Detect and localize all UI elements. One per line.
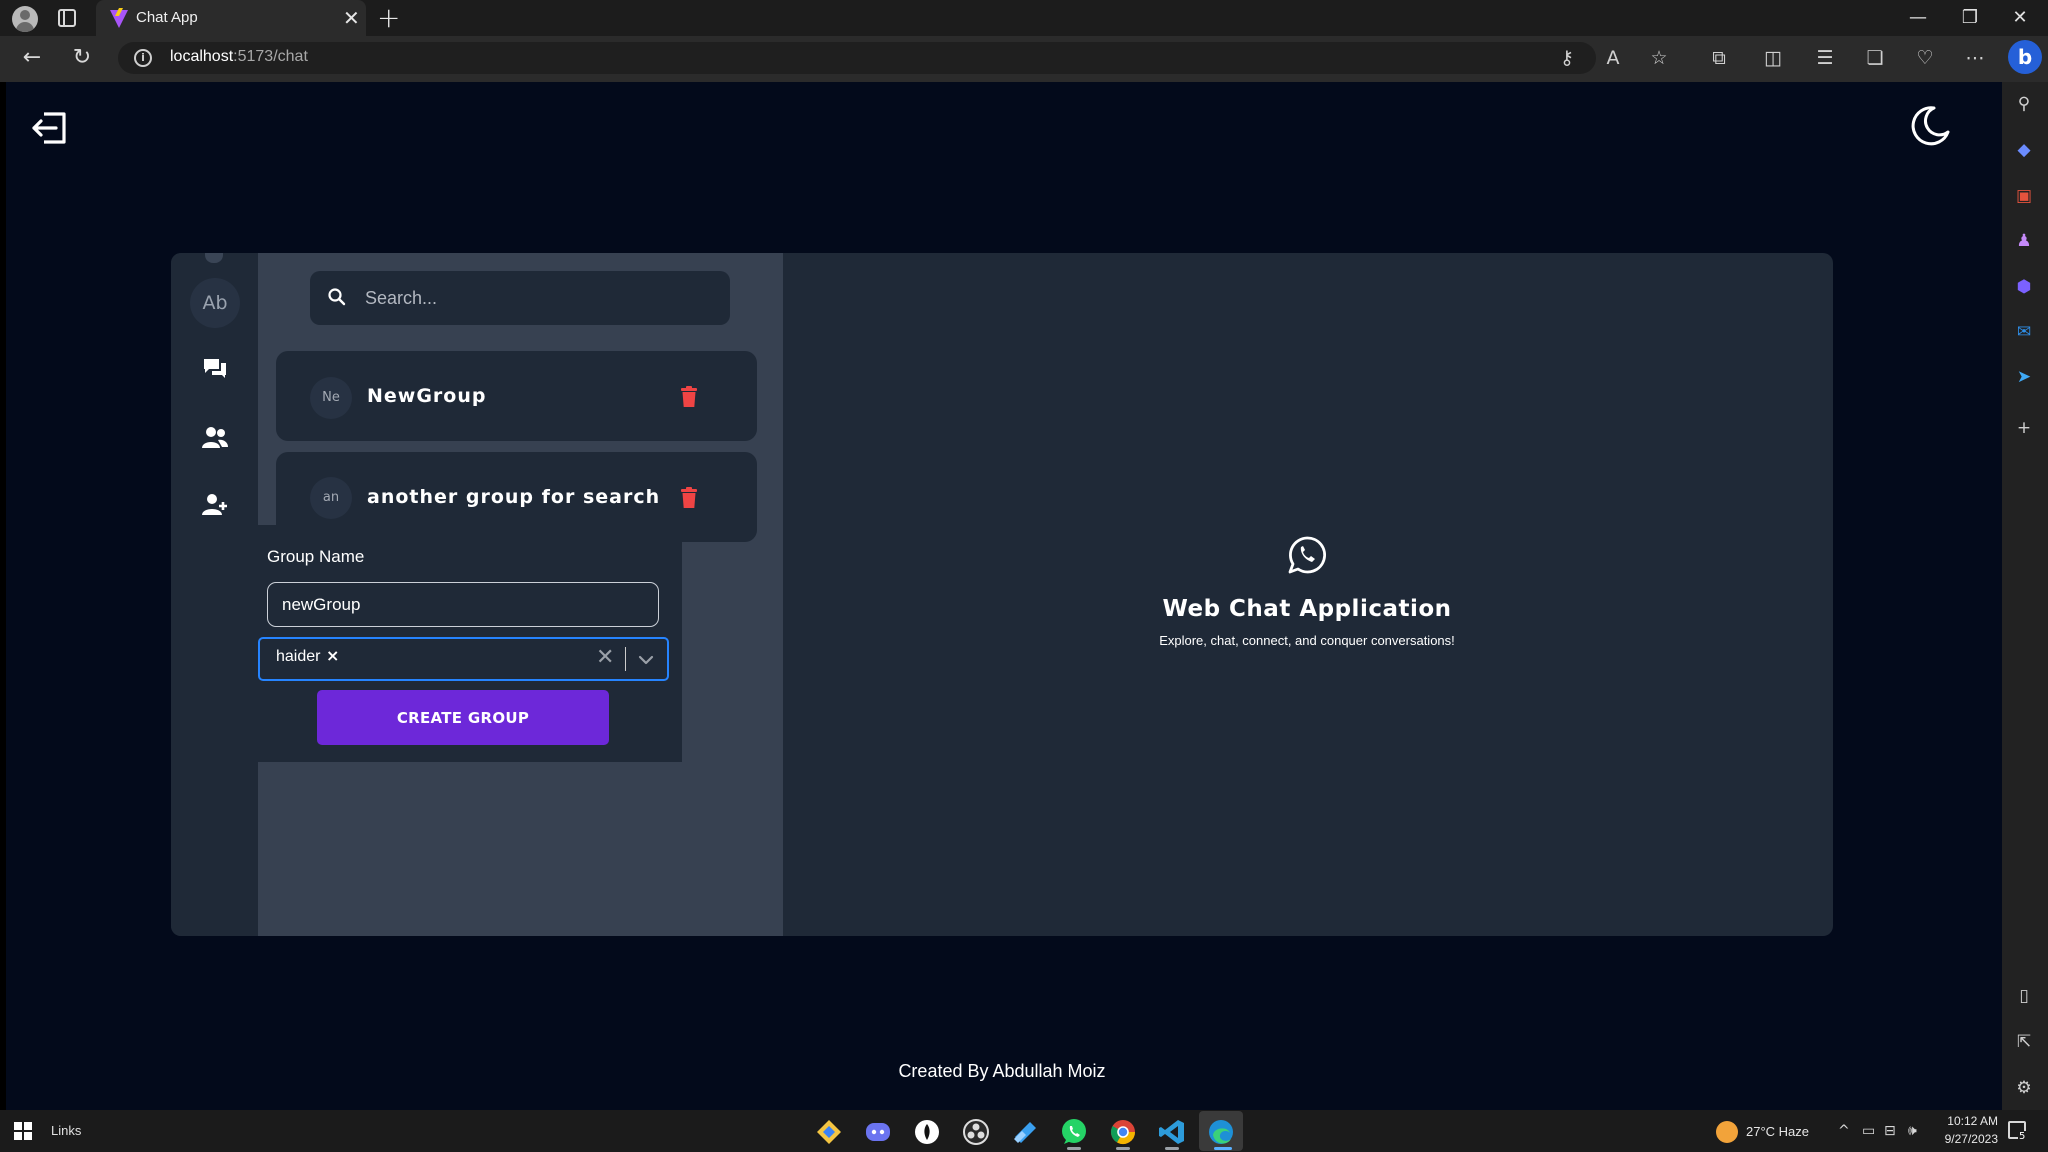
sidebar-external-icon[interactable]: ⇱	[2010, 1028, 2038, 1056]
user-avatar[interactable]: Ab	[190, 278, 240, 328]
sidebar-add-icon[interactable]: +	[2010, 414, 2038, 442]
refresh-icon[interactable]: ↻	[67, 44, 97, 72]
git-app-icon[interactable]	[814, 1117, 844, 1147]
tab-actions-icon[interactable]	[58, 9, 76, 27]
weather-icon[interactable]	[1716, 1121, 1738, 1143]
chip-remove-icon[interactable]: ×	[326, 646, 339, 665]
whatsapp-icon	[1288, 536, 1327, 574]
tab-title: Chat App	[136, 9, 198, 26]
read-aloud-icon[interactable]: A	[1598, 46, 1628, 70]
moon-icon[interactable]	[1908, 104, 1952, 148]
member-chip: haider	[276, 648, 321, 665]
files-app-icon[interactable]	[1010, 1117, 1040, 1147]
key-icon[interactable]: ⚷	[1552, 46, 1582, 70]
clock-date[interactable]: 9/27/2023	[1932, 1132, 1998, 1146]
favorite-star-icon[interactable]: ☆	[1644, 46, 1674, 70]
minimize-button[interactable]: —	[1898, 4, 1938, 32]
sidebar-search-icon[interactable]: ⚲	[2010, 90, 2038, 118]
group-avatar: Ne	[310, 377, 352, 419]
tray-overflow-icon[interactable]: ^	[1838, 1121, 1850, 1141]
trash-icon[interactable]	[680, 386, 698, 408]
sidebar-settings-icon[interactable]: ⚙	[2010, 1074, 2038, 1102]
favorites-icon[interactable]: ☰	[1810, 46, 1840, 70]
tab-close-icon[interactable]: ✕	[343, 6, 360, 30]
back-icon[interactable]: ←	[17, 44, 47, 72]
taskbar-running-indicator	[1116, 1147, 1130, 1150]
browser-essentials-icon[interactable]: ♡	[1910, 46, 1940, 70]
add-user-icon[interactable]	[201, 490, 229, 518]
sidebar-office-icon[interactable]: ⬢	[2010, 273, 2038, 301]
windows-start-icon[interactable]	[14, 1122, 32, 1140]
sidebar-tools-icon[interactable]: ▣	[2010, 182, 2038, 210]
vscode-app-icon[interactable]	[1157, 1117, 1187, 1147]
group-name: NewGroup	[367, 385, 487, 407]
extensions-icon[interactable]: ⧉	[1704, 46, 1734, 70]
footer-credit: Created By Abdullah Moiz	[898, 1061, 1106, 1081]
group-avatar: an	[310, 477, 352, 519]
taskbar-running-indicator	[1214, 1147, 1232, 1150]
logout-icon[interactable]	[30, 108, 70, 148]
group-name-label: Group Name	[267, 547, 365, 566]
sidebar-drop-icon[interactable]: ➤	[2010, 363, 2038, 391]
weather-text[interactable]: 27°C Haze	[1746, 1124, 1809, 1139]
window-close-button[interactable]: ✕	[2000, 4, 2040, 32]
search-icon	[328, 288, 346, 306]
discord-app-icon[interactable]	[863, 1117, 893, 1147]
address-bar[interactable]	[118, 42, 1596, 74]
bing-copilot-icon[interactable]: b	[2008, 40, 2042, 74]
search-input[interactable]	[365, 272, 715, 324]
url-text[interactable]: localhost:5173/chat	[170, 48, 308, 66]
split-screen-icon[interactable]: ◫	[1758, 46, 1788, 70]
groups-icon[interactable]	[201, 423, 229, 451]
clear-selection-icon[interactable]: ✕	[596, 644, 614, 672]
profile-avatar-icon[interactable]	[12, 6, 38, 32]
welcome-title: Web Chat Application	[1162, 596, 1452, 622]
taskbar-running-indicator	[1067, 1147, 1081, 1150]
group-name-input[interactable]	[267, 582, 659, 627]
links-toolbar-label[interactable]: Links	[51, 1123, 81, 1138]
mongodb-compass-icon[interactable]	[912, 1117, 942, 1147]
collections-icon[interactable]: ❏	[1860, 46, 1890, 70]
volume-icon[interactable]: 🕪	[1908, 1121, 1917, 1141]
select-divider	[625, 647, 626, 671]
meet-icon[interactable]: ▭	[1862, 1121, 1875, 1141]
chevron-down-icon[interactable]	[637, 651, 655, 669]
obs-app-icon[interactable]	[961, 1117, 991, 1147]
vite-favicon-icon	[110, 8, 128, 28]
welcome-subtitle: Explore, chat, connect, and conquer conv…	[1159, 633, 1455, 648]
sidebar-games-icon[interactable]: ♟	[2010, 227, 2038, 255]
chats-icon[interactable]	[201, 354, 229, 382]
more-menu-icon[interactable]: ⋯	[1960, 46, 1990, 70]
chrome-app-icon[interactable]	[1108, 1117, 1138, 1147]
notification-count: 5	[2018, 1131, 2027, 1142]
sidebar-shopping-icon[interactable]: ◆	[2010, 136, 2038, 164]
restore-button[interactable]: ❐	[1950, 4, 1990, 32]
sidebar-panel-icon[interactable]: ▯	[2010, 982, 2038, 1010]
new-tab-button[interactable]: +	[377, 3, 400, 33]
group-name: another group for search	[367, 486, 661, 508]
network-icon[interactable]: ⊟	[1884, 1121, 1896, 1141]
trash-icon[interactable]	[680, 487, 698, 509]
edge-app-icon[interactable]	[1206, 1117, 1236, 1147]
clock-time[interactable]: 10:12 AM	[1938, 1114, 1998, 1128]
taskbar-running-indicator	[1165, 1147, 1179, 1150]
site-info-icon[interactable]: i	[134, 49, 152, 67]
whatsapp-app-icon[interactable]	[1059, 1117, 1089, 1147]
sidebar-outlook-icon[interactable]: ✉	[2010, 318, 2038, 346]
create-group-button[interactable]: CREATE GROUP	[317, 690, 609, 745]
